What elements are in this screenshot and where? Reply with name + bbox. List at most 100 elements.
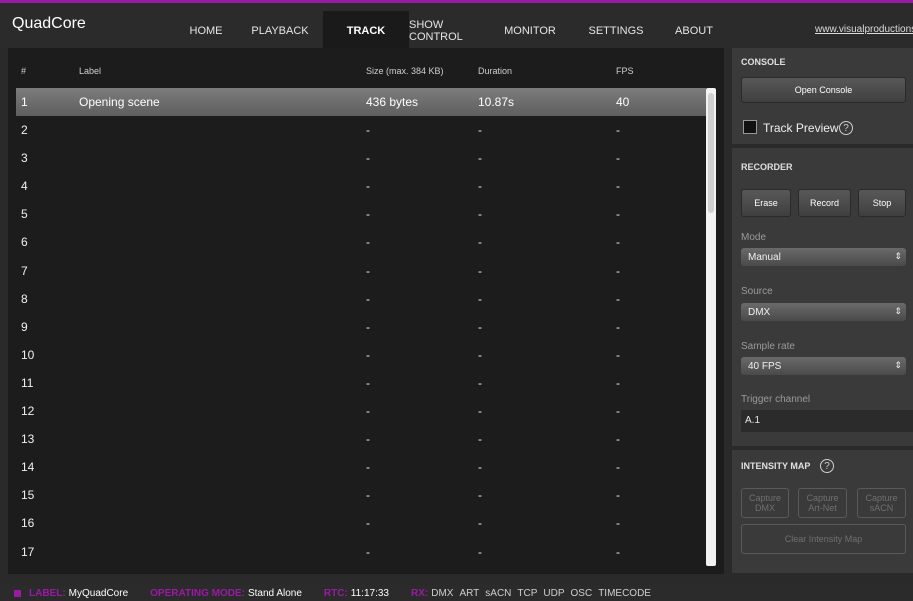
cell-fps: - <box>616 235 620 250</box>
cell-duration: - <box>478 179 482 194</box>
nav-home[interactable]: HOME <box>175 11 237 51</box>
cell-size: - <box>366 179 370 194</box>
capture-artnet-line2: Art-Net <box>808 503 837 513</box>
website-link[interactable]: www.visualproductions.nl <box>815 24 913 35</box>
capture-dmx-line2: DMX <box>755 503 775 513</box>
col-size: Size (max. 384 KB) <box>366 66 444 76</box>
col-duration: Duration <box>478 66 513 76</box>
cell-size: - <box>366 207 370 222</box>
table-row[interactable]: 9 - - - <box>16 313 706 341</box>
cell-num: 12 <box>21 404 35 419</box>
cell-size: - <box>366 404 370 419</box>
cell-fps: - <box>616 516 620 531</box>
capture-dmx-line1: Capture <box>748 493 782 503</box>
cell-duration: - <box>478 544 482 559</box>
table-row[interactable]: 6 - - - <box>16 228 706 256</box>
cell-fps: - <box>616 179 620 194</box>
cell-num: 9 <box>21 319 28 334</box>
mode-select[interactable]: Manual ⇕ <box>741 248 906 266</box>
clear-intensity-map-button[interactable]: Clear Intensity Map <box>741 524 906 554</box>
table-row[interactable]: 4 - - - <box>16 172 706 200</box>
table-row[interactable]: 16 - - - <box>16 509 706 537</box>
table-row[interactable]: 5 - - - <box>16 200 706 228</box>
cell-duration: - <box>478 516 482 531</box>
cell-duration: - <box>478 319 482 334</box>
track-preview-checkbox[interactable] <box>743 120 757 134</box>
cell-fps: - <box>616 319 620 334</box>
operating-mode-key: OPERATING MODE: <box>150 587 245 599</box>
nav-monitor[interactable]: MONITOR <box>487 11 573 51</box>
cell-size: - <box>366 123 370 138</box>
cell-num: 8 <box>21 291 28 306</box>
nav-playback[interactable]: PLAYBACK <box>237 11 323 51</box>
sample-rate-select[interactable]: 40 FPS ⇕ <box>741 357 906 375</box>
trigger-channel-field[interactable]: A.1 <box>741 410 913 432</box>
table-row[interactable]: 3 - - - <box>16 144 706 172</box>
capture-dmx-button[interactable]: Capture DMX <box>741 488 789 518</box>
rx-art: ART <box>459 587 480 599</box>
table-row[interactable]: 10 - - - <box>16 341 706 369</box>
intensity-map-title: INTENSITY MAP <box>741 461 811 471</box>
table-row[interactable]: 12 - - - <box>16 397 706 425</box>
table-row[interactable]: 8 - - - <box>16 285 706 313</box>
table-row[interactable]: 15 - - - <box>16 481 706 509</box>
rx-key: RX: <box>410 587 429 599</box>
cell-duration: - <box>478 207 482 222</box>
capture-sacn-button[interactable]: Capture sACN <box>857 488 906 518</box>
cell-duration: - <box>478 151 482 166</box>
cell-size: - <box>366 375 370 390</box>
capture-artnet-button[interactable]: Capture Art-Net <box>798 488 847 518</box>
cell-fps: - <box>616 460 620 475</box>
select-arrows-icon: ⇕ <box>894 251 902 261</box>
stop-button[interactable]: Stop <box>858 189 906 217</box>
cell-num: 4 <box>21 179 28 194</box>
cell-size: 436 bytes <box>366 95 419 109</box>
cell-fps: - <box>616 207 620 222</box>
cell-fps: - <box>616 375 620 390</box>
cell-duration: - <box>478 460 482 475</box>
cell-size: - <box>366 432 370 447</box>
cell-num: 11 <box>21 375 34 390</box>
open-console-button[interactable]: Open Console <box>741 77 906 103</box>
cell-fps: - <box>616 347 620 362</box>
scrollbar-thumb[interactable] <box>708 93 714 213</box>
cell-size: - <box>366 235 370 250</box>
select-arrows-icon: ⇕ <box>894 360 902 370</box>
source-select[interactable]: DMX ⇕ <box>741 303 906 321</box>
cell-fps: - <box>616 432 620 447</box>
rx-sacn: sACN <box>485 587 512 599</box>
table-row[interactable]: 11 - - - <box>16 369 706 397</box>
mode-label: Mode <box>741 232 767 243</box>
cell-duration: - <box>478 235 482 250</box>
track-preview-label: Track Preview <box>763 121 839 135</box>
cell-duration: - <box>478 432 482 447</box>
help-icon[interactable]: ? <box>839 121 853 135</box>
col-num: # <box>21 66 27 76</box>
record-button[interactable]: Record <box>798 189 851 217</box>
table-row[interactable]: 17 - - - <box>16 538 706 566</box>
cell-fps: - <box>616 291 620 306</box>
console-panel: CONSOLE Open Console Track Preview ? <box>732 48 913 144</box>
erase-button[interactable]: Erase <box>741 189 791 217</box>
cell-num: 5 <box>21 207 28 222</box>
table-row[interactable]: 13 - - - <box>16 425 706 453</box>
help-icon[interactable]: ? <box>820 459 834 473</box>
cell-num: 7 <box>21 263 28 278</box>
cell-num: 14 <box>21 460 35 475</box>
cell-size: - <box>366 347 370 362</box>
table-row[interactable]: 1 Opening scene 436 bytes 10.87s 40 <box>16 88 706 117</box>
capture-artnet-line1: Capture <box>806 493 839 503</box>
table-row[interactable]: 14 - - - <box>16 453 706 481</box>
sample-rate-value: 40 FPS <box>748 361 782 372</box>
cell-num: 2 <box>21 123 28 138</box>
nav-about[interactable]: ABOUT <box>659 11 729 51</box>
rx-osc: OSC <box>570 587 593 599</box>
table-row[interactable]: 7 - - - <box>16 257 706 285</box>
col-fps: FPS <box>616 66 634 76</box>
cell-size: - <box>366 460 370 475</box>
nav-settings[interactable]: SETTINGS <box>573 11 659 51</box>
mode-value: Manual <box>748 252 781 263</box>
nav-show-control[interactable]: SHOW CONTROL <box>409 11 487 51</box>
table-row[interactable]: 2 - - - <box>16 116 706 144</box>
nav-track[interactable]: TRACK <box>323 11 409 51</box>
